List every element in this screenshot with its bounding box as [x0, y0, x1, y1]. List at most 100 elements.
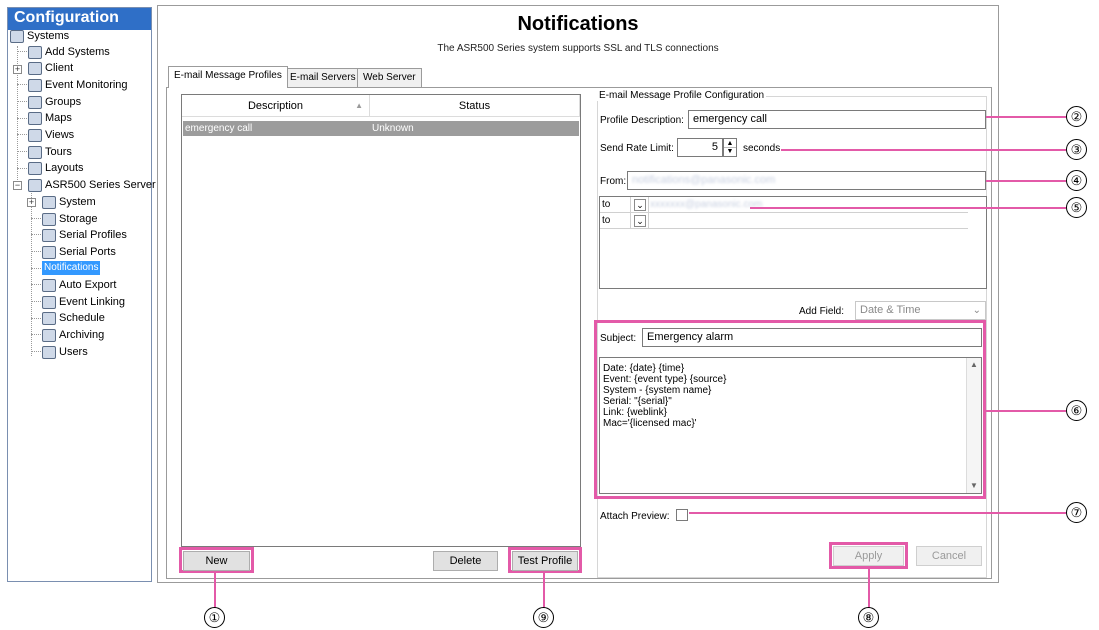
attach-preview-checkbox[interactable] [676, 509, 688, 521]
callout-number-9: ⑨ [533, 607, 554, 628]
chevron-down-icon[interactable]: ⌄ [634, 215, 646, 227]
tree-item-groups[interactable]: Groups [28, 94, 81, 110]
callout-line-1 [214, 572, 216, 608]
callout-line-2 [986, 116, 1066, 118]
tab-email-message-profiles[interactable]: E-mail Message Profiles [168, 66, 288, 88]
profile-description-input[interactable]: emergency call [688, 110, 986, 129]
notifications-panel: Notifications The ASR500 Series system s… [157, 5, 999, 583]
add-field-select[interactable]: Date & Time ⌄ [855, 301, 986, 320]
send-rate-limit-input[interactable]: 5 [677, 138, 723, 157]
sort-ascending-icon: ▲ [355, 101, 363, 110]
tree-item-archiving[interactable]: Archiving [42, 327, 104, 343]
new-button[interactable]: New [183, 551, 250, 571]
tree-item-auto-export[interactable]: Auto Export [42, 277, 116, 293]
tree-item-system[interactable]: System [42, 194, 96, 210]
serial-profiles-icon [42, 228, 56, 242]
profile-configuration-title: E-mail Message Profile Configuration [597, 90, 767, 101]
storage-icon [42, 212, 56, 226]
client-icon [28, 61, 42, 75]
archiving-icon [42, 328, 56, 342]
row-description: emergency call [185, 123, 253, 134]
tree-item-serial-profiles[interactable]: Serial Profiles [42, 227, 127, 243]
users-icon [42, 345, 56, 359]
page-title: Notifications [517, 13, 639, 35]
tab-web-server[interactable]: Web Server [357, 68, 422, 87]
callout-line-6 [986, 410, 1066, 412]
callout-line-4 [986, 180, 1066, 182]
table-row[interactable]: emergency call Unknown [183, 121, 579, 136]
test-profile-button[interactable]: Test Profile [512, 551, 578, 571]
tree-item-storage[interactable]: Storage [42, 211, 98, 227]
system-expander[interactable]: + [27, 198, 36, 207]
send-rate-limit-label: Send Rate Limit: [600, 143, 674, 154]
recipient-address: xxxxxxx@panasonic.com [650, 199, 763, 210]
server-icon [28, 178, 42, 192]
tree-item-schedule[interactable]: Schedule [42, 310, 105, 326]
callout-line-5 [750, 207, 1066, 209]
send-rate-spinner[interactable]: ▲ ▼ [723, 138, 737, 157]
callout-number-6: ⑥ [1066, 400, 1087, 421]
systems-icon [10, 29, 24, 43]
cancel-button[interactable]: Cancel [916, 546, 982, 566]
callout-number-5: ⑤ [1066, 197, 1087, 218]
configuration-title: Configuration [8, 8, 151, 30]
vertical-scrollbar[interactable]: ▲ ▼ [966, 358, 981, 493]
callout-line-8 [868, 568, 870, 608]
event-monitoring-icon [28, 78, 42, 92]
tab-email-servers[interactable]: E-mail Servers [284, 68, 362, 87]
scroll-down-icon[interactable]: ▼ [967, 479, 981, 493]
body-line: Link: {weblink} [603, 407, 667, 418]
system-icon [42, 195, 56, 209]
profile-list[interactable]: Description ▲ Status emergency call Unkn… [181, 94, 581, 547]
client-expander[interactable]: + [13, 65, 22, 74]
tree-item-asr500-server[interactable]: ASR500 Series Server [28, 177, 156, 193]
column-header-description[interactable]: Description ▲ [182, 95, 370, 117]
tree-item-event-monitoring[interactable]: Event Monitoring [28, 77, 128, 93]
delete-button[interactable]: Delete [433, 551, 498, 571]
spin-down-icon[interactable]: ▼ [724, 148, 736, 156]
tree-item-tours[interactable]: Tours [28, 144, 72, 160]
views-icon [28, 128, 42, 142]
tree-item-layouts[interactable]: Layouts [28, 160, 84, 176]
tree-item-systems[interactable]: Systems [10, 28, 69, 44]
tree-item-serial-ports[interactable]: Serial Ports [42, 244, 116, 260]
tree-item-add-systems[interactable]: Add Systems [28, 44, 110, 60]
subject-label: Subject: [600, 333, 637, 344]
tree-item-views[interactable]: Views [28, 127, 74, 143]
spin-up-icon[interactable]: ▲ [724, 139, 736, 148]
send-rate-unit-label: seconds [743, 143, 781, 154]
chevron-down-icon: ⌄ [972, 305, 981, 316]
callout-number-4: ④ [1066, 170, 1087, 191]
recipients-box[interactable]: to ⌄ xxxxxxx@panasonic.com to ⌄ [599, 196, 987, 289]
callout-number-1: ① [204, 607, 225, 628]
tree-item-maps[interactable]: Maps [28, 110, 72, 126]
recipient-row[interactable]: to ⌄ [600, 214, 968, 229]
tree-item-event-linking[interactable]: Event Linking [42, 294, 125, 310]
apply-button[interactable]: Apply [833, 546, 904, 566]
body-line: Serial: "{serial}" [603, 396, 672, 407]
server-expander[interactable]: − [13, 181, 22, 190]
chevron-down-icon[interactable]: ⌄ [634, 199, 646, 211]
recipient-row[interactable]: to ⌄ xxxxxxx@panasonic.com [600, 198, 968, 213]
tree-item-client[interactable]: Client [28, 60, 73, 76]
from-value: notifications@panasonic.com [632, 174, 776, 186]
recipient-type: to [602, 215, 611, 226]
tree-item-notifications[interactable]: Notifications [42, 260, 101, 276]
event-linking-icon [42, 295, 56, 309]
callout-number-3: ③ [1066, 139, 1087, 160]
serial-ports-icon [42, 245, 56, 259]
column-header-status[interactable]: Status [370, 95, 580, 117]
scroll-up-icon[interactable]: ▲ [967, 358, 981, 372]
from-input[interactable]: notifications@panasonic.com [627, 171, 986, 190]
subject-input[interactable]: Emergency alarm [642, 328, 982, 347]
from-label: From: [600, 176, 627, 187]
tree-item-users[interactable]: Users [42, 344, 88, 360]
schedule-icon [42, 311, 56, 325]
body-line: Date: {date} {time} [603, 363, 685, 374]
callout-line-9 [543, 572, 545, 608]
maps-icon [28, 111, 42, 125]
profile-description-label: Profile Description: [600, 115, 684, 126]
callout-number-7: ⑦ [1066, 502, 1087, 523]
body-line: Mac='{licensed mac}' [603, 418, 697, 429]
message-body-textarea[interactable]: Date: {date} {time} Event: {event type} … [599, 357, 982, 494]
